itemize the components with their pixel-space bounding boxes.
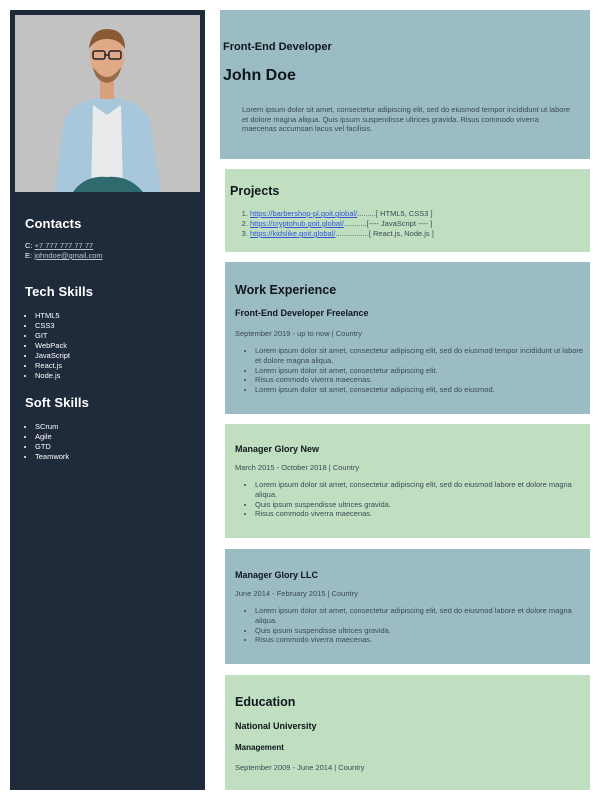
summary-text: Lorem ipsum dolor sit amet, consectetur … <box>242 105 571 133</box>
job-period: June 2014 - February 2015 | Country <box>235 589 358 598</box>
tech-skill: WebPack <box>35 341 70 351</box>
job-position: Manager Glory New <box>235 444 320 454</box>
study-period: September 2009 - June 2014 | Country <box>235 763 365 772</box>
job-duties: Lorem ipsum dolor sit amet, consectetur … <box>235 606 585 645</box>
duty-item: Risus commodo viverra maecenas. <box>255 635 585 645</box>
job-period: September 2019 - up to now | Country <box>235 329 363 338</box>
duty-item: Risus commodo viverra maecenas. <box>255 375 585 385</box>
soft-skill: Agile <box>35 432 69 442</box>
projects-list: https://barbershop-pl.goit.global/......… <box>230 209 580 239</box>
job-duties: Lorem ipsum dolor sit amet, consectetur … <box>235 346 585 395</box>
study-field: Management <box>235 743 284 752</box>
project-link[interactable]: https://kidslike.goit.global/ <box>250 229 335 238</box>
project-item: https://barbershop-pl.goit.global/......… <box>250 209 580 219</box>
duty-item: Risus commodo viverra maecenas. <box>255 509 585 519</box>
contacts-heading: Contacts <box>25 216 82 231</box>
phone-prefix: C: <box>25 241 33 250</box>
job-card: Manager Glory New March 2015 - October 2… <box>225 424 590 538</box>
school-name: National University <box>235 721 317 731</box>
tech-skill: GIT <box>35 331 70 341</box>
header-card: Front-End Developer John Doe Lorem ipsum… <box>220 10 590 159</box>
job-duties: Lorem ipsum dolor sit amet, consectetur … <box>235 480 585 519</box>
person-name: John Doe <box>223 67 296 84</box>
soft-skill: SCrum <box>35 422 69 432</box>
soft-skills-heading: Soft Skills <box>25 395 89 410</box>
soft-skill: GTD <box>35 442 69 452</box>
email-link[interactable]: johndoe@gmail.com <box>34 251 102 260</box>
duty-item: Lorem ipsum dolor sit amet, consectetur … <box>255 606 585 626</box>
projects-card: Projects https://barbershop-pl.goit.glob… <box>225 169 590 252</box>
project-tech: .........[ HTML5, CSS3 ] <box>357 209 433 218</box>
tech-skills-list: HTML5 CSS3 GIT WebPack JavaScript React.… <box>35 311 70 381</box>
project-tech: ................[ React.js, Node.js ] <box>335 229 434 238</box>
tech-skill: Node.js <box>35 371 70 381</box>
tech-skill: JavaScript <box>35 351 70 361</box>
email-prefix: E: <box>25 251 33 260</box>
job-card: Manager Glory LLC June 2014 - February 2… <box>225 549 590 664</box>
contact-email: E: johndoe@gmail.com <box>25 251 103 260</box>
education-card: Education National University Management… <box>225 675 590 790</box>
sidebar: Contacts C: +7 777 777 77 77 E: johndoe@… <box>10 10 205 790</box>
job-title: Front-End Developer <box>223 41 332 53</box>
project-link[interactable]: https://barbershop-pl.goit.global/ <box>250 209 357 218</box>
duty-item: Quis ipsum suspendisse ultrices gravida. <box>255 500 585 510</box>
duty-item: Lorem ipsum dolor sit amet, consectetur … <box>255 480 585 500</box>
soft-skills-list: SCrum Agile GTD Teamwork <box>35 422 69 462</box>
work-card: Work Experience Front-End Developer Free… <box>225 262 590 414</box>
tech-skills-heading: Tech Skills <box>25 284 94 299</box>
contact-phone: C: +7 777 777 77 77 <box>25 241 93 250</box>
job-period: March 2015 - October 2018 | Country <box>235 463 360 472</box>
project-tech: ...........[---- JavaScript ---- ] <box>343 219 433 228</box>
tech-skill: React.js <box>35 361 70 371</box>
duty-item: Quis ipsum suspendisse ultrices gravida. <box>255 626 585 636</box>
job-position: Manager Glory LLC <box>235 570 319 580</box>
education-heading: Education <box>235 695 296 709</box>
person-illustration <box>15 15 200 192</box>
phone-link[interactable]: +7 777 777 77 77 <box>35 241 94 250</box>
profile-photo <box>15 15 200 192</box>
project-item: https://cryptohub.goit.global/..........… <box>250 219 580 229</box>
duty-item: Lorem ipsum dolor sit amet, consectetur … <box>255 346 585 366</box>
projects-heading: Projects <box>230 184 280 198</box>
project-link[interactable]: https://cryptohub.goit.global/ <box>250 219 344 228</box>
soft-skill: Teamwork <box>35 452 69 462</box>
tech-skill: HTML5 <box>35 311 70 321</box>
tech-skill: CSS3 <box>35 321 70 331</box>
project-item: https://kidslike.goit.global/...........… <box>250 229 580 239</box>
work-heading: Work Experience <box>235 283 337 297</box>
job-position: Front-End Developer Freelance <box>235 308 369 318</box>
duty-item: Lorem ipsum dolor sit amet, consectetur … <box>255 366 585 376</box>
duty-item: Lorem ipsum dolor sit amet, consectetur … <box>255 385 585 395</box>
